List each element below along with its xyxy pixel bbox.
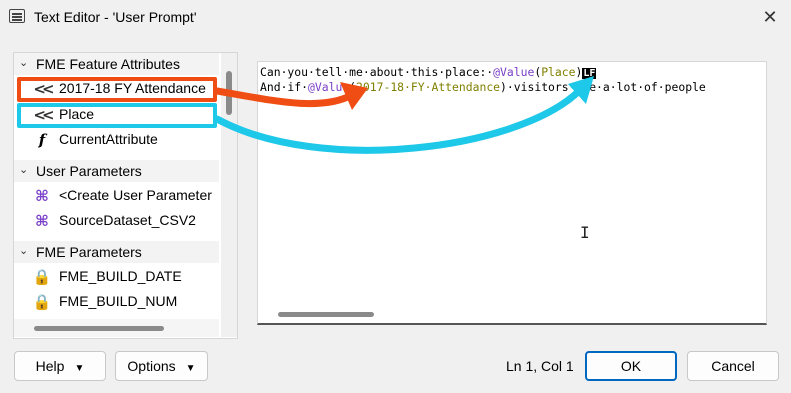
function-token: @Value — [493, 65, 535, 79]
text-cursor-icon: I — [580, 223, 590, 242]
chevron-down-icon: ⌄ — [19, 245, 29, 257]
tree-item-label: CurrentAttribute — [59, 131, 158, 147]
text-editor-app-icon — [9, 9, 25, 23]
dropdown-arrow-icon: ▼ — [185, 363, 196, 374]
ok-button[interactable]: OK — [585, 351, 677, 381]
cancel-button[interactable]: Cancel — [687, 351, 779, 381]
attribute-icon: << — [33, 80, 54, 98]
close-icon[interactable]: ✕ — [757, 4, 783, 30]
function-icon: f — [38, 131, 46, 149]
attribute-icon: << — [33, 106, 54, 124]
section-user-parameters[interactable]: ⌄ User Parameters — [14, 160, 219, 182]
locked-parameter-icon: 🔒 — [32, 269, 52, 286]
tree-item-create-user-parameter[interactable]: ⌘ <Create User Parameter — [14, 184, 219, 208]
scrollbar-thumb[interactable] — [278, 312, 374, 317]
horizontal-scrollbar[interactable] — [14, 319, 219, 337]
plain-text: ·visitors·are·a·lot·of·people — [506, 80, 706, 94]
editor-horizontal-scrollbar[interactable] — [258, 305, 766, 323]
argument-token: Place — [541, 65, 576, 79]
text-editor-area[interactable]: Can·you·tell·me·about·this·place:·@Value… — [257, 61, 767, 325]
section-label: FME Parameters — [36, 244, 142, 260]
help-button[interactable]: Help ▼ — [14, 351, 106, 381]
tree-item-label: Place — [59, 106, 95, 122]
tree-item-2017-18-fy-attendance[interactable]: << 2017-18 FY Attendance — [14, 77, 219, 101]
tree-item-current-attribute[interactable]: f CurrentAttribute — [14, 128, 219, 152]
tree-item-label: FME_BUILD_DATE — [59, 268, 182, 284]
section-label: User Parameters — [36, 163, 142, 179]
tree-item-sourcedataset-csv2[interactable]: ⌘ SourceDataset_CSV2 — [14, 209, 219, 233]
plain-text: And·if· — [260, 80, 309, 94]
tree-item-place[interactable]: << Place — [14, 103, 219, 127]
attribute-tree-panel: ⌄ FME Feature Attributes << 2017-18 FY A… — [13, 52, 238, 339]
user-parameter-icon: ⌘ — [35, 188, 49, 205]
chevron-down-icon: ⌄ — [19, 164, 29, 176]
tree-item-label: SourceDataset_CSV2 — [59, 212, 196, 228]
argument-token: 2017-18·FY·Attendance — [356, 80, 501, 94]
help-button-label: Help — [35, 358, 65, 374]
scrollbar-thumb[interactable] — [34, 326, 164, 331]
tree-item-label: FME_BUILD_NUM — [59, 293, 178, 309]
function-token: @Value — [308, 80, 350, 94]
scrollbar-thumb[interactable] — [226, 71, 232, 115]
dropdown-arrow-icon: ▼ — [74, 363, 85, 374]
title-bar: Text Editor - 'User Prompt' ✕ — [0, 0, 791, 34]
tree-item-label: 2017-18 FY Attendance — [59, 80, 206, 96]
paren-open: ( — [349, 80, 357, 94]
editor-line-1: Can·you·tell·me·about·this·place:·@Value… — [260, 65, 597, 79]
locked-parameter-icon: 🔒 — [32, 294, 52, 311]
tree-item-fme-build-num[interactable]: 🔒 FME_BUILD_NUM — [14, 290, 219, 314]
vertical-scrollbar[interactable] — [221, 53, 237, 337]
user-parameter-icon: ⌘ — [35, 213, 49, 230]
options-button[interactable]: Options ▼ — [115, 351, 208, 381]
section-label: FME Feature Attributes — [36, 56, 180, 72]
section-fme-feature-attributes[interactable]: ⌄ FME Feature Attributes — [14, 53, 219, 75]
editor-line-2: And·if·@Value(2017-18·FY·Attendance)·vis… — [260, 80, 706, 94]
tree-item-fme-build-date[interactable]: 🔒 FME_BUILD_DATE — [14, 265, 219, 289]
section-fme-parameters[interactable]: ⌄ FME Parameters — [14, 241, 219, 263]
tree-item-label: <Create User Parameter — [59, 187, 212, 203]
options-button-label: Options — [127, 358, 176, 374]
paren-close: ) — [500, 80, 507, 94]
window-title: Text Editor - 'User Prompt' — [34, 9, 197, 25]
plain-text: Can·you·tell·me·about·this·place:· — [260, 65, 494, 79]
chevron-down-icon: ⌄ — [19, 57, 29, 69]
line-feed-marker: LF — [582, 68, 597, 79]
cursor-position-status: Ln 1, Col 1 — [506, 358, 574, 374]
